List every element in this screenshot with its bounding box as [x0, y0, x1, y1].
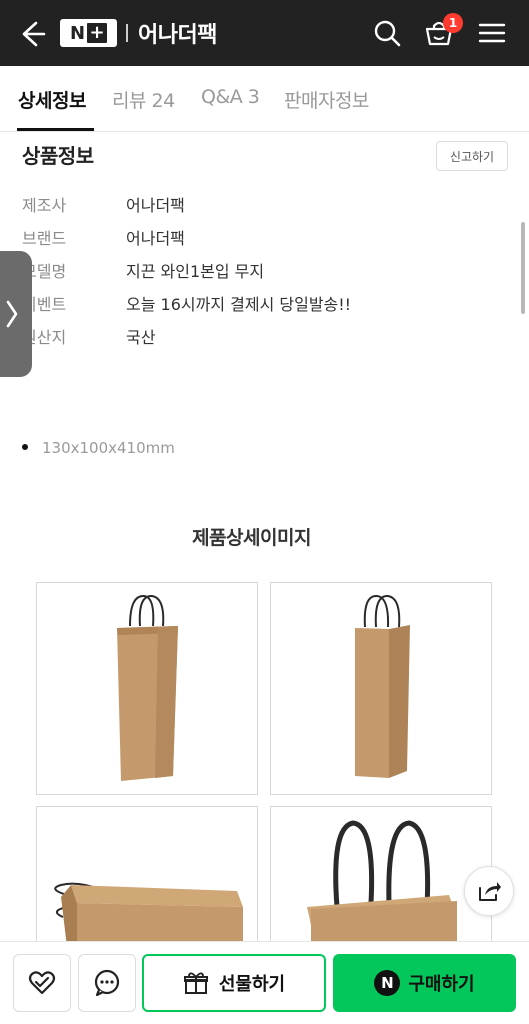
naver-pay-logo: N: [374, 970, 401, 996]
info-row: 모델명 지끈 와인1본입 무지: [0, 258, 529, 286]
logo-letter: N: [69, 22, 86, 44]
buy-label: 구매하기: [408, 974, 475, 995]
info-value: 국산: [126, 328, 156, 347]
gift-icon: [183, 972, 208, 994]
header-divider: [126, 24, 128, 42]
chat-icon: [94, 969, 120, 997]
info-value: 지끈 와인1본입 무지: [126, 262, 265, 281]
gift-button[interactable]: 선물하기: [142, 954, 326, 1012]
info-value: 오늘 16시까지 결제시 당일발송!!: [126, 295, 352, 314]
menu-icon[interactable]: [476, 17, 508, 49]
info-row: 원산지 국산: [0, 324, 529, 352]
info-row: 제조사 어나더팩: [0, 192, 529, 220]
product-info-title: 상품정보: [22, 144, 94, 168]
info-key: 제조사: [22, 196, 67, 215]
zzim-button[interactable]: [13, 954, 71, 1012]
product-image-bag-side[interactable]: [36, 806, 258, 946]
info-key: 브랜드: [22, 229, 67, 248]
scrollbar[interactable]: [521, 222, 525, 314]
bullet-dot: [22, 444, 28, 450]
chevron-right-icon: [6, 300, 18, 328]
heart-check-icon: [28, 971, 56, 995]
info-value: 어나더팩: [126, 196, 185, 215]
report-button[interactable]: 신고하기: [436, 141, 508, 171]
product-size: 130x100x410mm: [42, 439, 175, 457]
detail-images-title: 제품상세이미지: [192, 527, 311, 549]
buy-button[interactable]: N 구매하기: [333, 954, 516, 1012]
active-tab-indicator: [17, 128, 94, 131]
share-icon: [479, 882, 501, 901]
tab-seller-info[interactable]: 판매자정보: [284, 86, 369, 113]
cart-count-badge: 1: [443, 13, 463, 33]
info-row: 브랜드 어나더팩: [0, 225, 529, 253]
info-value: 어나더팩: [126, 229, 185, 248]
side-drawer-handle[interactable]: [0, 251, 32, 377]
share-button[interactable]: [464, 866, 514, 916]
tab-bar: 상세정보 리뷰 24 Q&A 3 판매자정보: [0, 66, 529, 132]
naver-plus-logo[interactable]: N +: [60, 19, 117, 47]
talk-button[interactable]: [78, 954, 136, 1012]
back-arrow-icon[interactable]: [16, 19, 46, 49]
product-image-bag-front[interactable]: [36, 582, 258, 795]
search-icon[interactable]: [371, 17, 403, 49]
product-image-bag-open[interactable]: [270, 806, 492, 946]
top-bar: N + 어나더팩 1: [0, 0, 529, 66]
tab-detail-info[interactable]: 상세정보: [18, 86, 86, 113]
tab-reviews[interactable]: 리뷰 24: [112, 86, 175, 113]
bottom-action-bar: 선물하기 N 구매하기: [0, 941, 529, 1024]
product-image-bag-angle[interactable]: [270, 582, 492, 795]
logo-plus: +: [87, 23, 108, 43]
gift-label: 선물하기: [218, 974, 286, 995]
tab-qna[interactable]: Q&A 3: [201, 86, 260, 108]
info-row: 이벤트 오늘 16시까지 결제시 당일발송!!: [0, 291, 529, 319]
store-name[interactable]: 어나더팩: [138, 17, 217, 49]
